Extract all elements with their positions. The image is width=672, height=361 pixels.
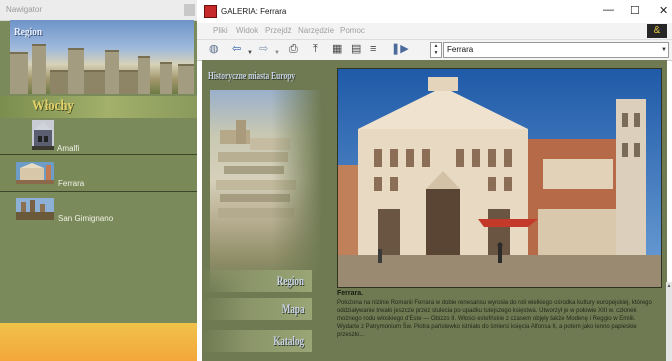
caption-scrollbar[interactable] bbox=[666, 282, 672, 361]
city-label: Amalfi bbox=[57, 144, 80, 153]
city-label: Ferrara bbox=[58, 179, 85, 188]
gallery-content: Historyczne miasta Europy Region Mapa Ka… bbox=[202, 60, 667, 361]
print-icon[interactable]: ⎙ bbox=[289, 43, 298, 56]
scroll-up-arrow-icon[interactable]: ▲ bbox=[666, 282, 672, 290]
side-city-photo bbox=[210, 90, 322, 290]
section-title: Historyczne miasta Europy bbox=[208, 70, 296, 82]
catalog-button-label: Katalog bbox=[273, 333, 304, 348]
address-field[interactable]: Ferrara ▼ bbox=[443, 42, 669, 58]
amalfi-thumbnail bbox=[32, 120, 54, 150]
wall-tower bbox=[160, 62, 172, 94]
back-arrow-icon[interactable]: ⇦ bbox=[232, 43, 241, 56]
wall-tower bbox=[10, 52, 28, 94]
navigator-footer bbox=[0, 323, 197, 361]
up-icon[interactable]: ⤒ bbox=[313, 43, 318, 56]
grid-icon[interactable]: ▦ bbox=[332, 43, 342, 56]
region-banner-label: Region bbox=[14, 26, 43, 38]
window-titlebar: GALERIA: Ferrara — ☐ ✕ bbox=[197, 0, 672, 23]
city-item-ferrara[interactable]: Ferrara bbox=[0, 154, 197, 192]
globe-icon[interactable]: ◍ bbox=[209, 43, 219, 56]
brand-icon: & bbox=[647, 24, 667, 38]
table-icon[interactable]: ▤ bbox=[351, 43, 361, 56]
wall-tower bbox=[178, 64, 194, 94]
navigator-pane: Nawigator Region Włochy Amalfi Ferrara S… bbox=[0, 0, 197, 361]
wall-tower bbox=[105, 50, 119, 94]
navigator-close-button[interactable] bbox=[184, 4, 195, 16]
address-spinner[interactable]: ▲ ▼ bbox=[430, 42, 442, 58]
caption-text: Położona na nizinie Romanii Ferrara w do… bbox=[337, 300, 652, 338]
city-item-san-gimignano[interactable]: San Gimignano bbox=[0, 192, 197, 228]
window-title: GALERIA: Ferrara bbox=[221, 7, 287, 16]
san-gimignano-thumbnail bbox=[16, 198, 54, 220]
forward-arrow-icon[interactable]: ⇨ bbox=[259, 43, 268, 56]
app-icon bbox=[204, 5, 217, 18]
address-value: Ferrara bbox=[447, 45, 474, 54]
catalog-button[interactable]: Katalog bbox=[202, 330, 312, 352]
region-button-label: Region bbox=[276, 273, 304, 288]
navigator-title: Nawigator bbox=[6, 5, 43, 14]
wall-tower bbox=[32, 44, 46, 94]
map-button[interactable]: Mapa bbox=[202, 298, 312, 320]
region-button[interactable]: Region bbox=[202, 270, 312, 292]
navigator-titlebar: Nawigator bbox=[0, 0, 197, 21]
city-label: San Gimignano bbox=[58, 214, 114, 223]
menu-przejdz[interactable]: Przejdź bbox=[265, 26, 292, 35]
menu-pliki[interactable]: Pliki bbox=[213, 26, 228, 35]
country-label: Włochy bbox=[32, 98, 74, 114]
play-icon[interactable]: ❚▶ bbox=[391, 43, 409, 56]
chevron-down-icon[interactable]: ▼ bbox=[247, 47, 253, 60]
menu-bar: Pliki Widok Przejdź Narzędzie Pomoc bbox=[197, 23, 672, 39]
list-icon[interactable]: ≡ bbox=[370, 43, 376, 56]
wall-tower bbox=[68, 48, 84, 94]
wall-tower bbox=[138, 56, 150, 94]
country-header[interactable]: Włochy bbox=[0, 96, 197, 118]
map-button-label: Mapa bbox=[281, 301, 304, 316]
chevron-down-icon[interactable]: ▼ bbox=[274, 47, 280, 60]
chevron-down-icon[interactable]: ▼ bbox=[661, 47, 667, 53]
close-button[interactable]: ✕ bbox=[659, 4, 668, 17]
ferrara-cathedral-photo bbox=[337, 68, 662, 288]
caption-title: Ferrara. bbox=[337, 290, 364, 297]
menu-pomoc[interactable]: Pomoc bbox=[340, 26, 365, 35]
maximize-button[interactable]: ☐ bbox=[630, 4, 640, 17]
menu-widok[interactable]: Widok bbox=[236, 26, 258, 35]
minimize-button[interactable]: — bbox=[603, 4, 614, 16]
region-banner[interactable]: Region bbox=[10, 20, 194, 94]
gallery-window: GALERIA: Ferrara — ☐ ✕ Pliki Widok Przej… bbox=[197, 0, 672, 361]
menu-narzedzie[interactable]: Narzędzie bbox=[298, 26, 334, 35]
city-item-amalfi[interactable]: Amalfi bbox=[0, 118, 197, 154]
city-wall bbox=[50, 70, 150, 94]
ferrara-thumbnail bbox=[16, 162, 54, 184]
